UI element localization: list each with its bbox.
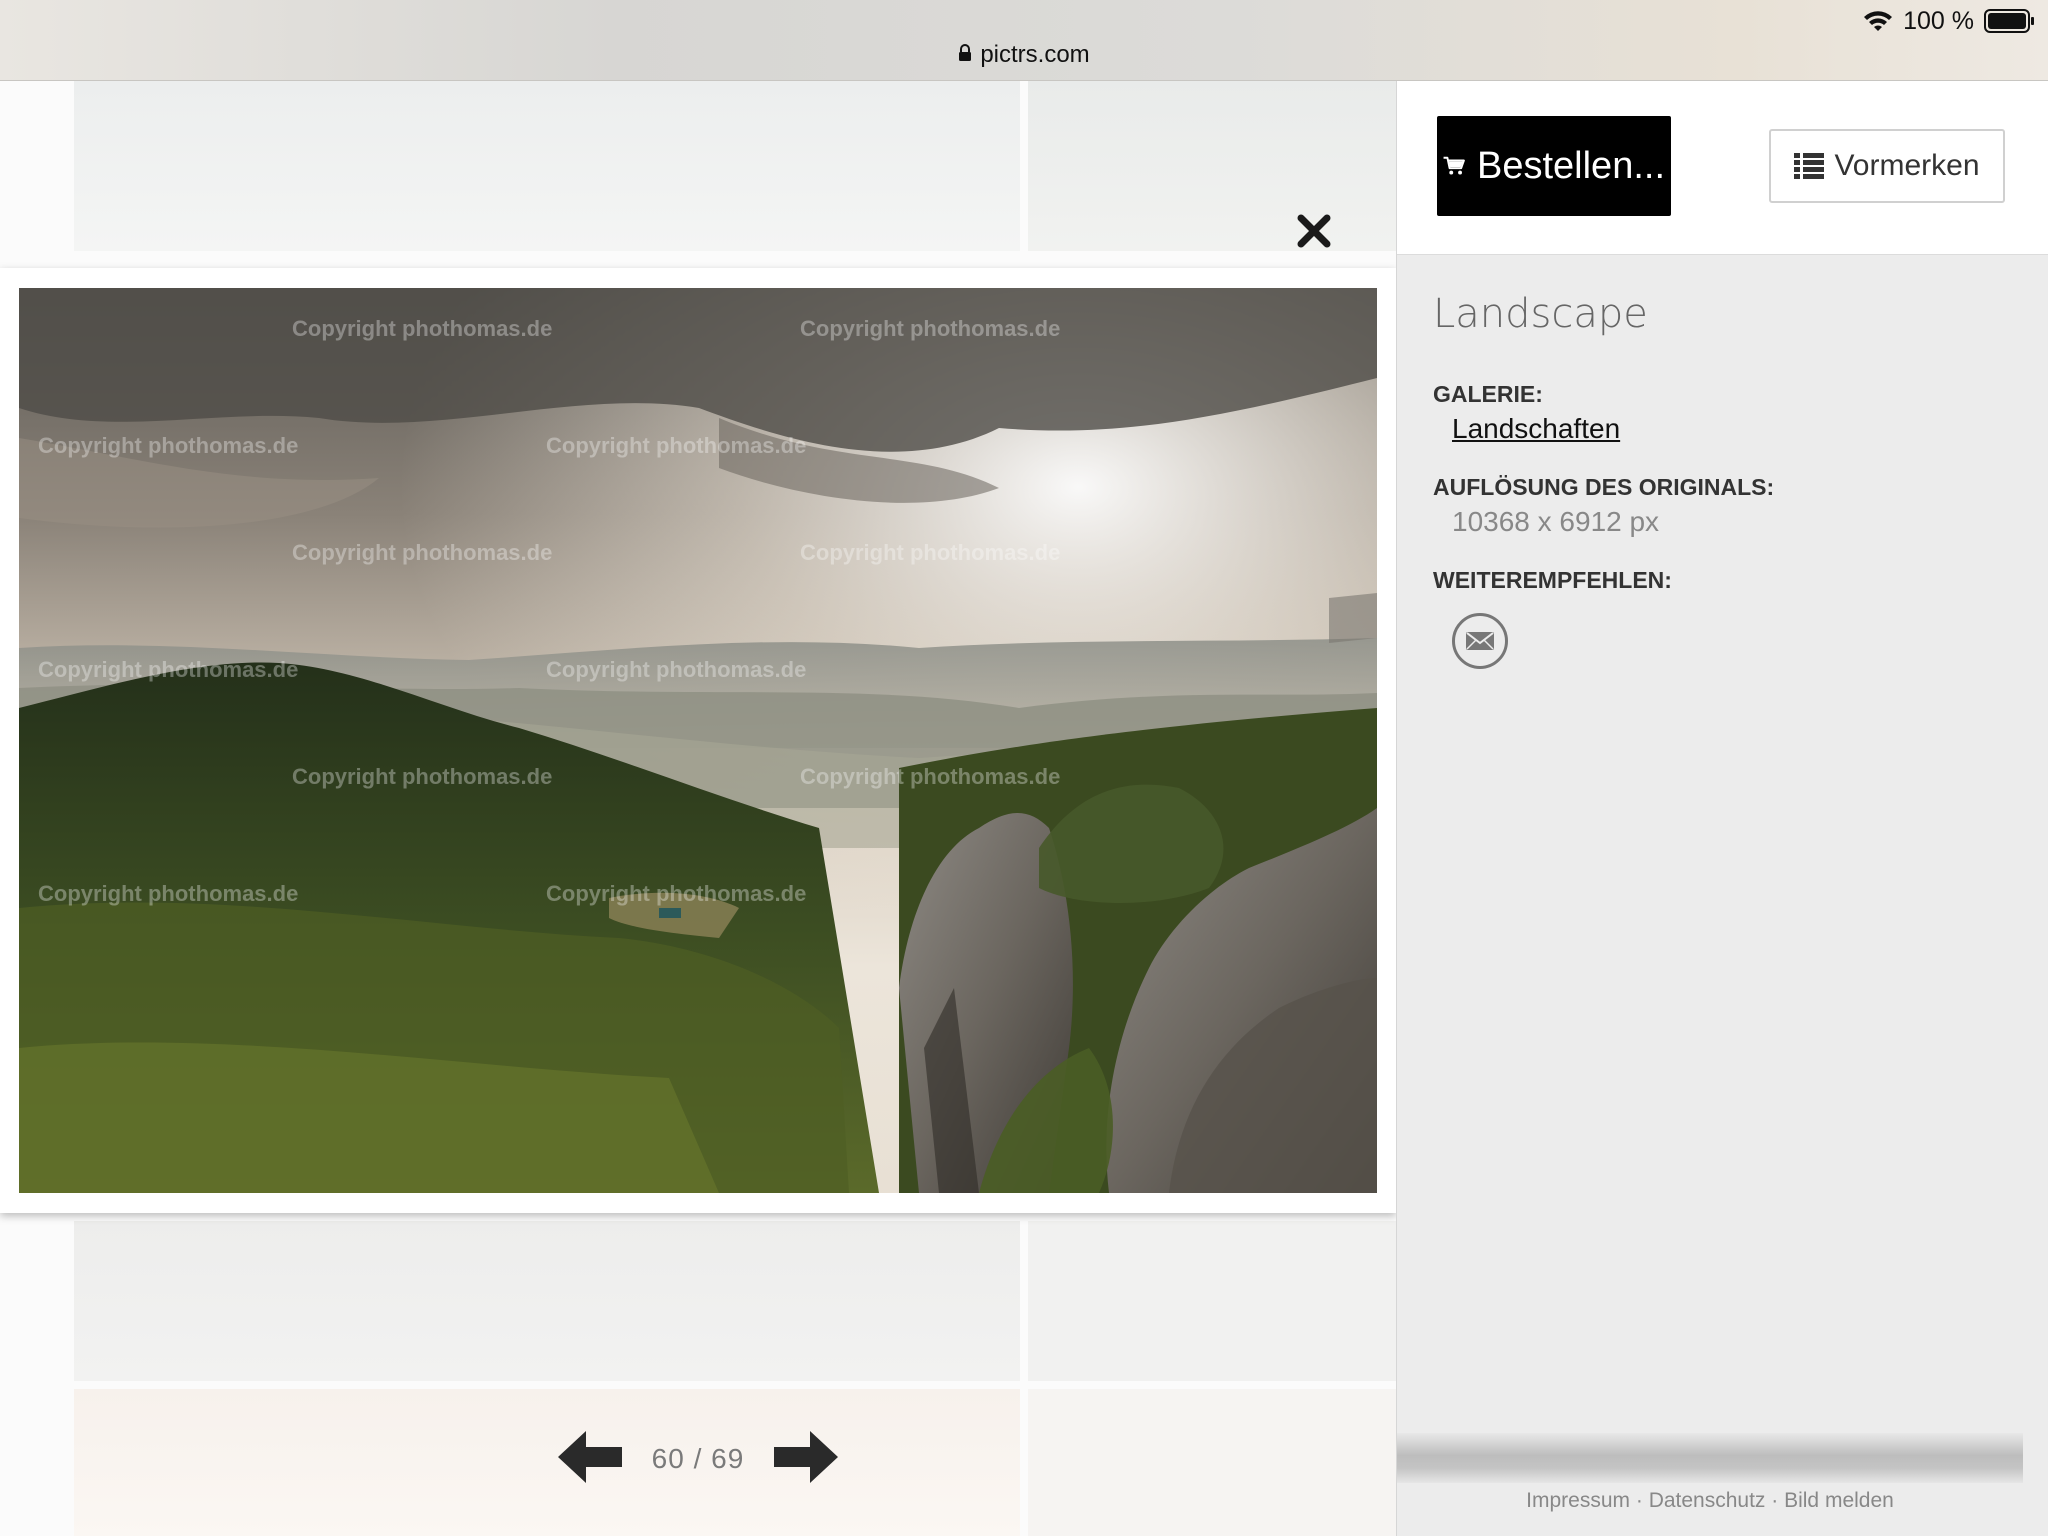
arrow-left-icon xyxy=(558,1430,622,1483)
watermark: Copyright phothomas.de xyxy=(292,764,553,789)
lock-icon xyxy=(958,41,972,69)
sidebar-scroll-shadow xyxy=(1397,1433,2023,1483)
mail-icon xyxy=(1466,632,1494,650)
watermark: Copyright phothomas.de xyxy=(38,433,299,458)
remember-button-label: Vormerken xyxy=(1834,149,1980,182)
footer-separator: · xyxy=(1630,1489,1649,1512)
image-info-sidebar: Bestellen... Vormerken Landscape GALERIE… xyxy=(1396,81,2048,1536)
resolution-value: 10368 x 6912 px xyxy=(1452,506,1660,537)
watermark: Copyright phothomas.de xyxy=(546,433,807,458)
image-counter: 60 / 69 xyxy=(651,1443,745,1474)
gallery-thumbnail[interactable] xyxy=(1028,1221,1396,1381)
gallery-thumbnail[interactable] xyxy=(74,81,1020,251)
landscape-photo[interactable]: Copyright phothomas.de Copyright phothom… xyxy=(19,288,1377,1193)
wifi-icon xyxy=(1863,9,1893,33)
footer-links: Impressum · Datenschutz · Bild melden xyxy=(1397,1489,2023,1513)
previous-button[interactable] xyxy=(556,1429,624,1490)
watermark: Copyright phothomas.de xyxy=(546,881,807,906)
status-indicators: 100 % xyxy=(1863,6,2036,36)
sidebar-actions: Bestellen... Vormerken xyxy=(1397,81,2048,255)
watermark: Copyright phothomas.de xyxy=(546,657,807,682)
browser-status-bar: 100 % pictrs.com xyxy=(0,0,2048,81)
lightbox-card: Copyright phothomas.de Copyright phothom… xyxy=(0,268,1396,1213)
remember-button[interactable]: Vormerken xyxy=(1769,129,2005,203)
watermark: Copyright phothomas.de xyxy=(38,657,299,682)
close-icon xyxy=(1297,214,1331,248)
watermark: Copyright phothomas.de xyxy=(292,540,553,565)
address-bar[interactable]: pictrs.com xyxy=(0,38,2048,72)
share-label: WEITEREMPFEHLEN: xyxy=(1433,567,1672,593)
next-button[interactable] xyxy=(772,1429,840,1490)
order-button-label: Bestellen... xyxy=(1477,144,1665,187)
gallery-label: GALERIE: xyxy=(1433,381,1543,407)
watermark: Copyright phothomas.de xyxy=(800,316,1061,341)
gallery-thumbnail[interactable] xyxy=(1028,1389,1396,1536)
footer-report-link[interactable]: Bild melden xyxy=(1784,1489,1894,1512)
image-title: Landscape xyxy=(1433,291,1648,337)
battery-percentage: 100 % xyxy=(1903,6,1974,35)
image-pager: 60 / 69 xyxy=(556,1428,840,1490)
watermark: Copyright phothomas.de xyxy=(800,540,1061,565)
cart-icon xyxy=(1443,156,1465,175)
photo-artwork xyxy=(19,288,1377,1193)
battery-icon xyxy=(1984,8,2036,34)
watermark: Copyright phothomas.de xyxy=(292,316,553,341)
resolution-label: AUFLÖSUNG DES ORIGINALS: xyxy=(1433,474,1775,500)
list-icon xyxy=(1794,153,1825,179)
share-email-button[interactable] xyxy=(1452,613,1508,669)
url-text: pictrs.com xyxy=(980,41,1090,68)
gallery-thumbnail[interactable] xyxy=(74,1389,1020,1536)
footer-separator: · xyxy=(1765,1489,1785,1512)
gallery-link[interactable]: Landschaften xyxy=(1452,413,1620,445)
arrow-right-icon xyxy=(773,1430,838,1483)
watermark: Copyright phothomas.de xyxy=(800,764,1061,789)
footer-impressum-link[interactable]: Impressum xyxy=(1526,1489,1630,1512)
watermark: Copyright phothomas.de xyxy=(38,881,299,906)
gallery-thumbnail[interactable] xyxy=(1028,81,1396,251)
gallery-thumbnail[interactable] xyxy=(74,1221,1020,1381)
footer-privacy-link[interactable]: Datenschutz xyxy=(1649,1489,1766,1512)
order-button[interactable]: Bestellen... xyxy=(1437,116,1671,216)
close-button[interactable] xyxy=(1290,207,1338,255)
